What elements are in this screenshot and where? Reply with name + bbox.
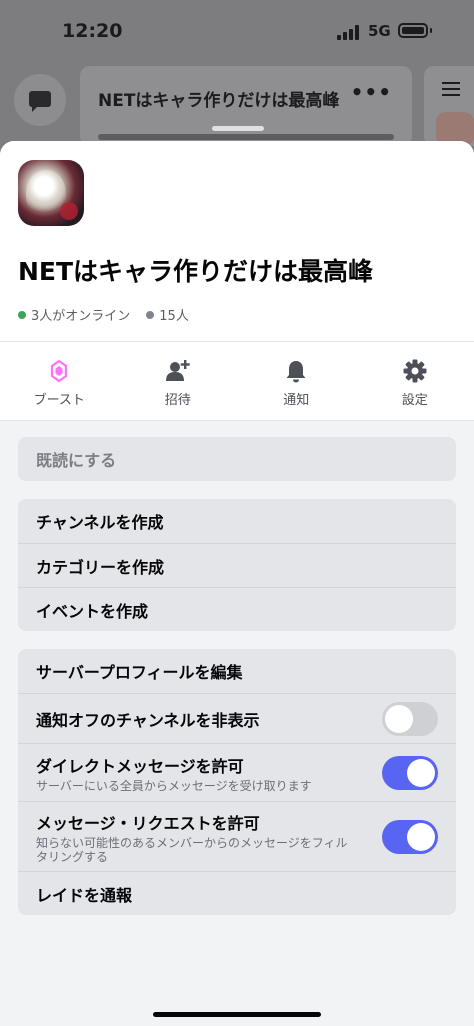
edit-server-profile-button[interactable]: サーバープロフィールを編集 — [18, 649, 456, 693]
allow-message-requests-label: メッセージ・リクエストを許可 — [36, 813, 260, 833]
allow-message-requests-description: 知らない可能性のあるメンバーからのメッセージをフィルタリングする — [36, 835, 348, 864]
settings-label: 設定 — [401, 393, 428, 408]
battery-tip — [430, 28, 432, 33]
read-panel: 既読にする — [18, 437, 456, 481]
add-user-icon — [165, 360, 190, 381]
background-channel-title: NETはキャラ作りだけは最高峰 — [98, 91, 340, 111]
more-icon: ••• — [350, 80, 392, 104]
create-category-button[interactable]: カテゴリーを作成 — [18, 543, 456, 587]
boost-icon — [51, 359, 68, 383]
sheet-grabber[interactable] — [212, 126, 264, 131]
boost-label: ブースト — [33, 393, 85, 408]
create-channel-button[interactable]: チャンネルを作成 — [18, 499, 456, 543]
notifications-label: 通知 — [283, 393, 310, 408]
server-name: NETはキャラ作りだけは最高峰 — [18, 257, 374, 286]
gear-icon — [403, 359, 427, 383]
notifications-button[interactable]: 通知 — [237, 342, 356, 420]
signal-icon — [337, 24, 361, 40]
boost-button[interactable]: ブースト — [0, 342, 119, 420]
create-event-button[interactable]: イベントを作成 — [18, 587, 456, 631]
allow-message-requests-row[interactable]: メッセージ・リクエストを許可 知らない可能性のあるメンバーからのメッセージをフィ… — [18, 801, 456, 871]
allow-dm-description: サーバーにいる全員からメッセージを受け取ります — [36, 778, 312, 793]
mark-as-read-button[interactable]: 既読にする — [18, 437, 456, 481]
battery-icon — [398, 23, 428, 38]
server-icon — [18, 160, 84, 226]
server-header: NETはキャラ作りだけは最高峰 3人がオンライン 15人 — [0, 141, 474, 342]
network-type: 5G — [368, 22, 391, 40]
report-raid-button[interactable]: レイドを通報 — [18, 871, 456, 915]
bell-icon — [286, 361, 306, 383]
home-indicator[interactable] — [153, 1012, 321, 1017]
hide-muted-channels-label: 通知オフのチャンネルを非表示 — [36, 710, 260, 730]
allow-dm-label: ダイレクトメッセージを許可 — [36, 756, 244, 776]
background-bar — [98, 134, 394, 140]
invite-button[interactable]: 招待 — [119, 342, 238, 420]
allow-dm-toggle[interactable] — [382, 755, 438, 790]
chat-bubble-icon — [29, 91, 51, 112]
hide-muted-channels-row[interactable]: 通知オフのチャンネルを非表示 — [18, 693, 456, 743]
online-count: 3人がオンライン — [31, 309, 131, 324]
settings-panel: サーバープロフィールを編集 通知オフのチャンネルを非表示 ダイレクトメッセージを… — [18, 649, 456, 915]
settings-button[interactable]: 設定 — [356, 342, 474, 420]
action-bar: ブースト 招待 通知 設定 — [0, 342, 474, 421]
hide-muted-channels-toggle[interactable] — [382, 701, 438, 736]
members-dot-icon — [146, 310, 155, 319]
allow-message-requests-toggle[interactable] — [382, 819, 438, 854]
background-channel-card: NETはキャラ作りだけは最高峰 ••• — [80, 66, 412, 146]
member-count: 15人 — [159, 309, 189, 324]
create-panel: チャンネルを作成 カテゴリーを作成 イベントを作成 — [18, 499, 456, 631]
direct-messages-button — [14, 74, 66, 126]
status-bar: 12:20 5G — [0, 0, 474, 62]
server-stats: 3人がオンライン 15人 — [18, 305, 189, 324]
allow-dm-row[interactable]: ダイレクトメッセージを許可 サーバーにいる全員からメッセージを受け取ります — [18, 743, 456, 801]
menu-icon — [442, 82, 460, 96]
status-time: 12:20 — [62, 20, 123, 42]
invite-label: 招待 — [164, 393, 191, 408]
online-dot-icon — [18, 310, 26, 319]
server-menu-sheet: NETはキャラ作りだけは最高峰 3人がオンライン 15人 ブースト 招待 通知 … — [0, 141, 474, 1026]
